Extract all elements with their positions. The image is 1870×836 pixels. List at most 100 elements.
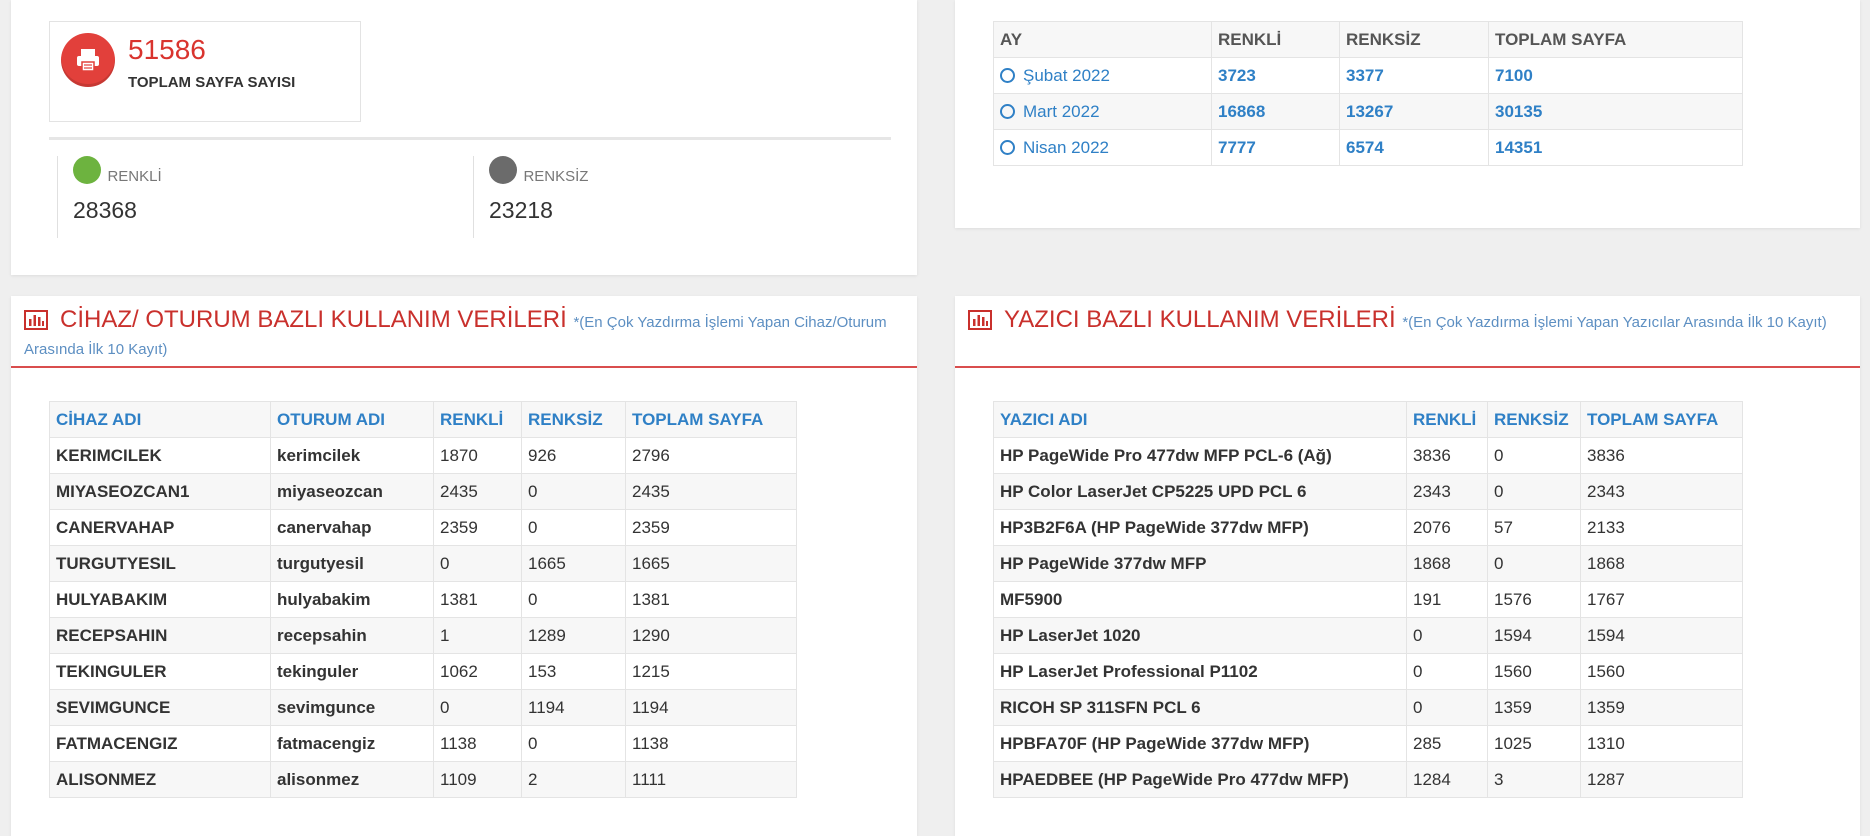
toplam-cell: 7100 bbox=[1488, 57, 1743, 94]
renksiz-cell: 1359 bbox=[1487, 689, 1581, 726]
table-row: HPBFA70F (HP PageWide 377dw MFP) 285 1025 1… bbox=[993, 725, 1743, 762]
summary-divider bbox=[49, 137, 891, 140]
renkli-cell: 2359 bbox=[433, 509, 522, 546]
session-name-cell: kerimcilek bbox=[270, 437, 434, 474]
col-header-renkli: RENKLİ bbox=[433, 401, 522, 438]
printer-name-cell: MF5900 bbox=[993, 581, 1407, 618]
renkli-cell: 0 bbox=[1406, 689, 1488, 726]
device-usage-panel: CİHAZ/ OTURUM BAZLI KULLANIM VERİLERİ *(… bbox=[11, 296, 917, 836]
renkli-cell: 1870 bbox=[433, 437, 522, 474]
device-name-cell: RECEPSAHIN bbox=[49, 617, 271, 654]
device-table: CİHAZ ADI OTURUM ADI RENKLİ RENKSİZ TOPL… bbox=[49, 401, 797, 798]
circle-icon bbox=[1000, 67, 1015, 83]
table-row: FATMACENGIZ fatmacengiz 1138 0 1138 bbox=[49, 725, 797, 762]
table-row: CANERVAHAP canervahap 2359 0 2359 bbox=[49, 509, 797, 546]
table-row: MIYASEOZCAN1 miyaseozcan 2435 0 2435 bbox=[49, 473, 797, 510]
green-dot-icon bbox=[73, 156, 101, 184]
session-name-cell: recepsahin bbox=[270, 617, 434, 654]
toplam-cell: 1194 bbox=[625, 689, 797, 726]
total-pages-box: 51586 TOPLAM SAYFA SAYISI bbox=[49, 21, 361, 122]
device-name-cell: TURGUTYESIL bbox=[49, 545, 271, 582]
table-row: RECEPSAHIN recepsahin 1 1289 1290 bbox=[49, 617, 797, 654]
circle-icon bbox=[1000, 103, 1015, 119]
toplam-cell: 2796 bbox=[625, 437, 797, 474]
toplam-cell: 2435 bbox=[625, 473, 797, 510]
device-name-cell: KERIMCILEK bbox=[49, 437, 271, 474]
toplam-cell: 1381 bbox=[625, 581, 797, 618]
renkli-cell: 0 bbox=[433, 545, 522, 582]
session-name-cell: fatmacengiz bbox=[270, 725, 434, 762]
session-name-cell: sevimgunce bbox=[270, 689, 434, 726]
panel-title-row: YAZICI BAZLI KULLANIM VERİLERİ *(En Çok … bbox=[1004, 306, 1844, 337]
month-cell[interactable]: Şubat 2022 bbox=[993, 57, 1212, 94]
device-name-cell: TEKINGULER bbox=[49, 653, 271, 690]
renksiz-cell: 0 bbox=[521, 581, 626, 618]
renkli-cell: 2076 bbox=[1406, 509, 1488, 546]
toplam-cell: 1310 bbox=[1580, 725, 1743, 762]
col-header-renkli: RENKLİ bbox=[1211, 21, 1340, 58]
table-row: Mart 2022 16868 13267 30135 bbox=[993, 93, 1743, 130]
toplam-cell: 1290 bbox=[625, 617, 797, 654]
renksiz-cell: 57 bbox=[1487, 509, 1581, 546]
col-header-toplam: TOPLAM SAYFA bbox=[1580, 401, 1743, 438]
renksiz-cell: 13267 bbox=[1339, 93, 1489, 130]
toplam-cell: 1215 bbox=[625, 653, 797, 690]
renksiz-cell: 0 bbox=[1487, 545, 1581, 582]
renksiz-cell: 3377 bbox=[1339, 57, 1489, 94]
renkli-cell: 285 bbox=[1406, 725, 1488, 762]
renkli-cell: 1138 bbox=[433, 725, 522, 762]
printer-icon bbox=[61, 33, 115, 87]
toplam-cell: 1359 bbox=[1580, 689, 1743, 726]
col-header-cihaz: CİHAZ ADI bbox=[49, 401, 271, 438]
panel-title: YAZICI BAZLI KULLANIM VERİLERİ bbox=[1004, 306, 1396, 333]
toplam-cell: 1111 bbox=[625, 761, 797, 798]
session-name-cell: miyaseozcan bbox=[270, 473, 434, 510]
table-row: HP LaserJet Professional P1102 0 1560 1560 bbox=[993, 653, 1743, 690]
renkli-cell: 2343 bbox=[1406, 473, 1488, 510]
toplam-cell: 1560 bbox=[1580, 653, 1743, 690]
renksiz-cell: 3 bbox=[1487, 761, 1581, 798]
panel-header: YAZICI BAZLI KULLANIM VERİLERİ *(En Çok … bbox=[955, 296, 1860, 368]
renkli-cell: 3723 bbox=[1211, 57, 1340, 94]
toplam-cell: 2359 bbox=[625, 509, 797, 546]
panel-title: CİHAZ/ OTURUM BAZLI KULLANIM VERİLERİ bbox=[60, 306, 567, 333]
table-row: RICOH SP 311SFN PCL 6 0 1359 1359 bbox=[993, 689, 1743, 726]
renkli-cell: 191 bbox=[1406, 581, 1488, 618]
renksiz-stat: RENKSİZ 23218 bbox=[473, 156, 588, 238]
renkli-cell: 1284 bbox=[1406, 761, 1488, 798]
renksiz-cell: 0 bbox=[521, 725, 626, 762]
device-name-cell: CANERVAHAP bbox=[49, 509, 271, 546]
summary-card: 51586 TOPLAM SAYFA SAYISI RENKLİ 28368 R… bbox=[11, 0, 917, 275]
printer-name-cell: HP PageWide Pro 477dw MFP PCL-6 (Ağ) bbox=[993, 437, 1407, 474]
renksiz-cell: 0 bbox=[521, 509, 626, 546]
printer-name-cell: HPBFA70F (HP PageWide 377dw MFP) bbox=[993, 725, 1407, 762]
month-cell[interactable]: Nisan 2022 bbox=[993, 129, 1212, 166]
table-row: HP3B2F6A (HP PageWide 377dw MFP) 2076 57 21… bbox=[993, 509, 1743, 546]
table-row: MF5900 191 1576 1767 bbox=[993, 581, 1743, 618]
renkli-cell: 16868 bbox=[1211, 93, 1340, 130]
renkli-value: 28368 bbox=[73, 197, 137, 223]
printer-name-cell: HP Color LaserJet CP5225 UPD PCL 6 bbox=[993, 473, 1407, 510]
panel-header: CİHAZ/ OTURUM BAZLI KULLANIM VERİLERİ *(… bbox=[11, 296, 917, 368]
renkli-cell: 0 bbox=[433, 689, 522, 726]
monthly-table: AY RENKLİ RENKSİZ TOPLAM SAYFA Şubat 202… bbox=[993, 21, 1743, 166]
panel-note: *(En Çok Yazdırma İşlemi Yapan Yazıcılar… bbox=[1402, 314, 1827, 331]
month-label: Şubat 2022 bbox=[1023, 65, 1110, 85]
renksiz-cell: 1289 bbox=[521, 617, 626, 654]
renksiz-cell: 1665 bbox=[521, 545, 626, 582]
col-header-renksiz: RENKSİZ bbox=[1487, 401, 1581, 438]
table-row: KERIMCILEK kerimcilek 1870 926 2796 bbox=[49, 437, 797, 474]
printer-usage-panel: YAZICI BAZLI KULLANIM VERİLERİ *(En Çok … bbox=[955, 296, 1860, 836]
printer-name-cell: HPAEDBEE (HP PageWide Pro 477dw MFP) bbox=[993, 761, 1407, 798]
renkli-cell: 1109 bbox=[433, 761, 522, 798]
renksiz-value: 23218 bbox=[489, 197, 553, 223]
renkli-cell: 1381 bbox=[433, 581, 522, 618]
table-row: HP PageWide Pro 477dw MFP PCL-6 (Ağ) 3836… bbox=[993, 437, 1743, 474]
table-row: HULYABAKIM hulyabakim 1381 0 1381 bbox=[49, 581, 797, 618]
total-pages-value: 51586 bbox=[128, 34, 206, 65]
month-label: Nisan 2022 bbox=[1023, 137, 1110, 157]
renksiz-cell: 1576 bbox=[1487, 581, 1581, 618]
renksiz-cell: 1025 bbox=[1487, 725, 1581, 762]
renksiz-label: RENKSİZ bbox=[523, 167, 589, 185]
month-cell[interactable]: Mart 2022 bbox=[993, 93, 1212, 130]
